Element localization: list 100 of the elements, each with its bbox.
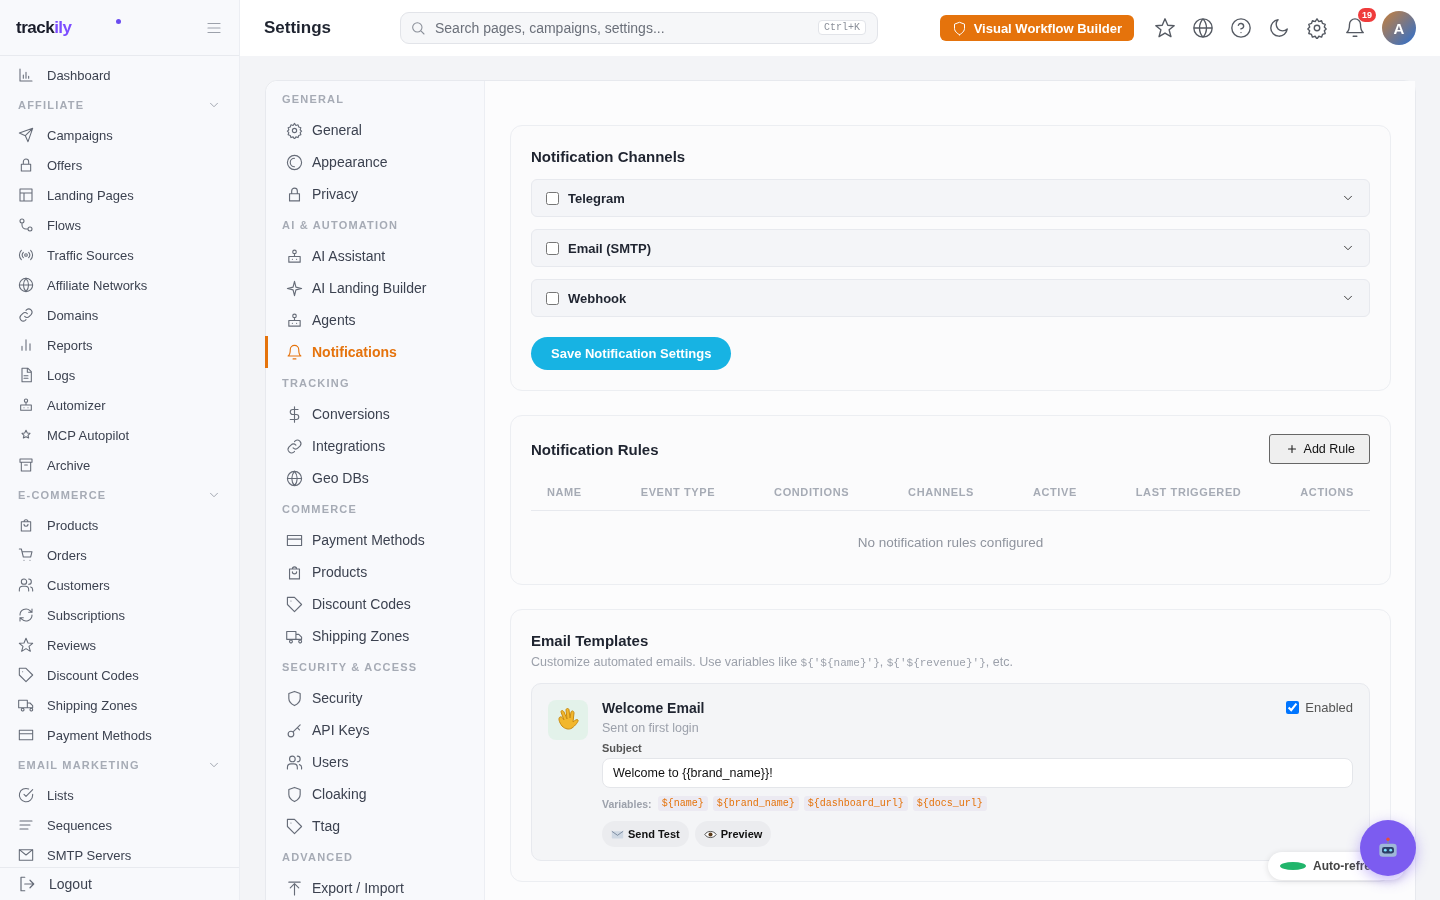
settings-nav-item[interactable]: Cloaking [265,778,484,810]
bell-icon[interactable] [1344,17,1366,39]
sidebar-item[interactable]: Flows [0,210,239,240]
settings-nav-item[interactable]: Integrations [265,430,484,462]
sidebar-item[interactable]: Offers [0,150,239,180]
link-icon [18,307,34,323]
channel-label: Email (SMTP) [568,240,653,256]
help-icon[interactable] [1230,17,1252,39]
lines-icon [18,817,34,833]
sidebar-item[interactable]: Subscriptions [0,600,239,630]
broadcast-icon [18,247,34,263]
tag-icon [286,817,303,835]
template-name: Welcome Email [602,700,705,716]
settings-nav-item[interactable]: Discount Codes [265,588,484,620]
sidebar-item[interactable]: MCP Autopilot [0,420,239,450]
sidebar-item[interactable]: SMTP Servers [0,840,239,867]
sidebar-item[interactable]: Discount Codes [0,660,239,690]
shield-icon [286,785,303,803]
settings-nav-item[interactable]: AI Landing Builder [265,272,484,304]
settings-nav-item[interactable]: Conversions [265,398,484,430]
settings-nav-item[interactable]: Ttag [265,810,484,842]
logo: trackily [16,17,72,38]
robot-icon [18,397,34,413]
sidebar-item[interactable]: Orders [0,540,239,570]
checkbox[interactable] [546,291,559,305]
refresh-icon [18,607,34,623]
shortcut-hint: Ctrl+K [818,20,866,35]
checkbox[interactable] [546,191,559,205]
settings-nav-item[interactable]: Products [265,556,484,588]
sidebar-item[interactable]: Campaigns [0,120,239,150]
hand-icon [548,700,588,740]
settings-nav-item[interactable]: Payment Methods [265,524,484,556]
settings-nav-item[interactable]: Export / Import [265,872,484,900]
section-heading: ADVANCED [281,850,355,865]
status-dot-icon [116,19,121,24]
star-icon[interactable] [1154,17,1176,39]
add-rule-button[interactable]: Add Rule [1268,434,1370,464]
sidebar-item[interactable]: Products [0,510,239,540]
section-heading: AI & AUTOMATION [281,218,400,233]
moon-icon[interactable] [1268,17,1290,39]
preview-button[interactable]: Preview [694,821,772,847]
channel-row[interactable]: Webhook [531,279,1370,317]
settings-nav-item[interactable]: Shipping Zones [265,620,484,652]
search-icon [410,20,426,36]
sidebar-item[interactable]: Customers [0,570,239,600]
section-heading: AFFILIATE [18,99,85,111]
sidebar-item[interactable]: Reviews [0,630,239,660]
logout-link[interactable]: Logout [0,869,110,899]
settings-nav-item[interactable]: Security [265,682,484,714]
sidebar-item[interactable]: Sequences [0,810,239,840]
subject-field[interactable]: Welcome to {{brand_name}}! [602,758,1353,788]
chart-icon [18,67,34,83]
sidebar-item[interactable]: Affiliate Networks [0,270,239,300]
sidebar-item[interactable]: Traffic Sources [0,240,239,270]
field-label: Subject [602,742,643,754]
section-heading: COMMERCE [281,502,358,517]
avatar[interactable]: A [1382,11,1416,45]
settings-nav-item[interactable]: API Keys [265,714,484,746]
settings-nav-item[interactable]: Privacy [265,178,484,210]
channel-label: Webhook [568,290,628,306]
sidebar-item[interactable]: Landing Pages [0,180,239,210]
sidebar-item[interactable]: Reports [0,330,239,360]
column-header: CHANNELS [908,486,974,498]
bar-chart-icon [18,337,34,353]
settings-nav-item[interactable]: Geo DBs [265,462,484,494]
settings-icon [286,121,303,139]
globe-icon[interactable] [1192,17,1214,39]
empty-message: No notification rules configured [857,535,1044,550]
sidebar-item[interactable]: Payment Methods [0,720,239,750]
column-header: EVENT TYPE [640,486,716,498]
sidebar-item[interactable]: Shipping Zones [0,690,239,720]
sidebar-item[interactable]: Lists [0,780,239,810]
checkbox[interactable] [1286,701,1300,714]
settings-nav-item[interactable]: Agents [265,304,484,336]
send-icon [18,127,34,143]
tag-icon [18,667,34,683]
sidebar-item[interactable]: Logs [0,360,239,390]
lock-icon [286,185,303,203]
sidebar-item[interactable]: Archive [0,450,239,480]
users-icon [286,753,303,771]
bag-icon [18,517,34,533]
page-title: Settings [264,18,333,38]
sidebar-item[interactable]: Automizer [0,390,239,420]
settings-nav-item[interactable]: Users [265,746,484,778]
settings-nav-item[interactable]: Appearance [265,146,484,178]
checkbox[interactable] [546,241,559,255]
channel-row[interactable]: Email (SMTP) [531,229,1370,267]
send-test-button[interactable]: Send Test [602,821,689,847]
settings-nav-item[interactable]: General [265,114,484,146]
sidebar-item[interactable]: Dashboard [0,60,239,90]
sidebar-item[interactable]: Domains [0,300,239,330]
auto-refresh-label: Auto-refre [1313,859,1371,873]
star-icon [18,637,34,653]
settings-nav-item[interactable]: AI Assistant [265,240,484,272]
channel-label: Telegram [568,190,626,206]
cart-icon [18,547,34,563]
bell-icon [286,343,303,361]
card-title: Email Templates [531,632,650,649]
settings-icon[interactable] [1306,17,1328,39]
channel-row[interactable]: Telegram [531,179,1370,217]
